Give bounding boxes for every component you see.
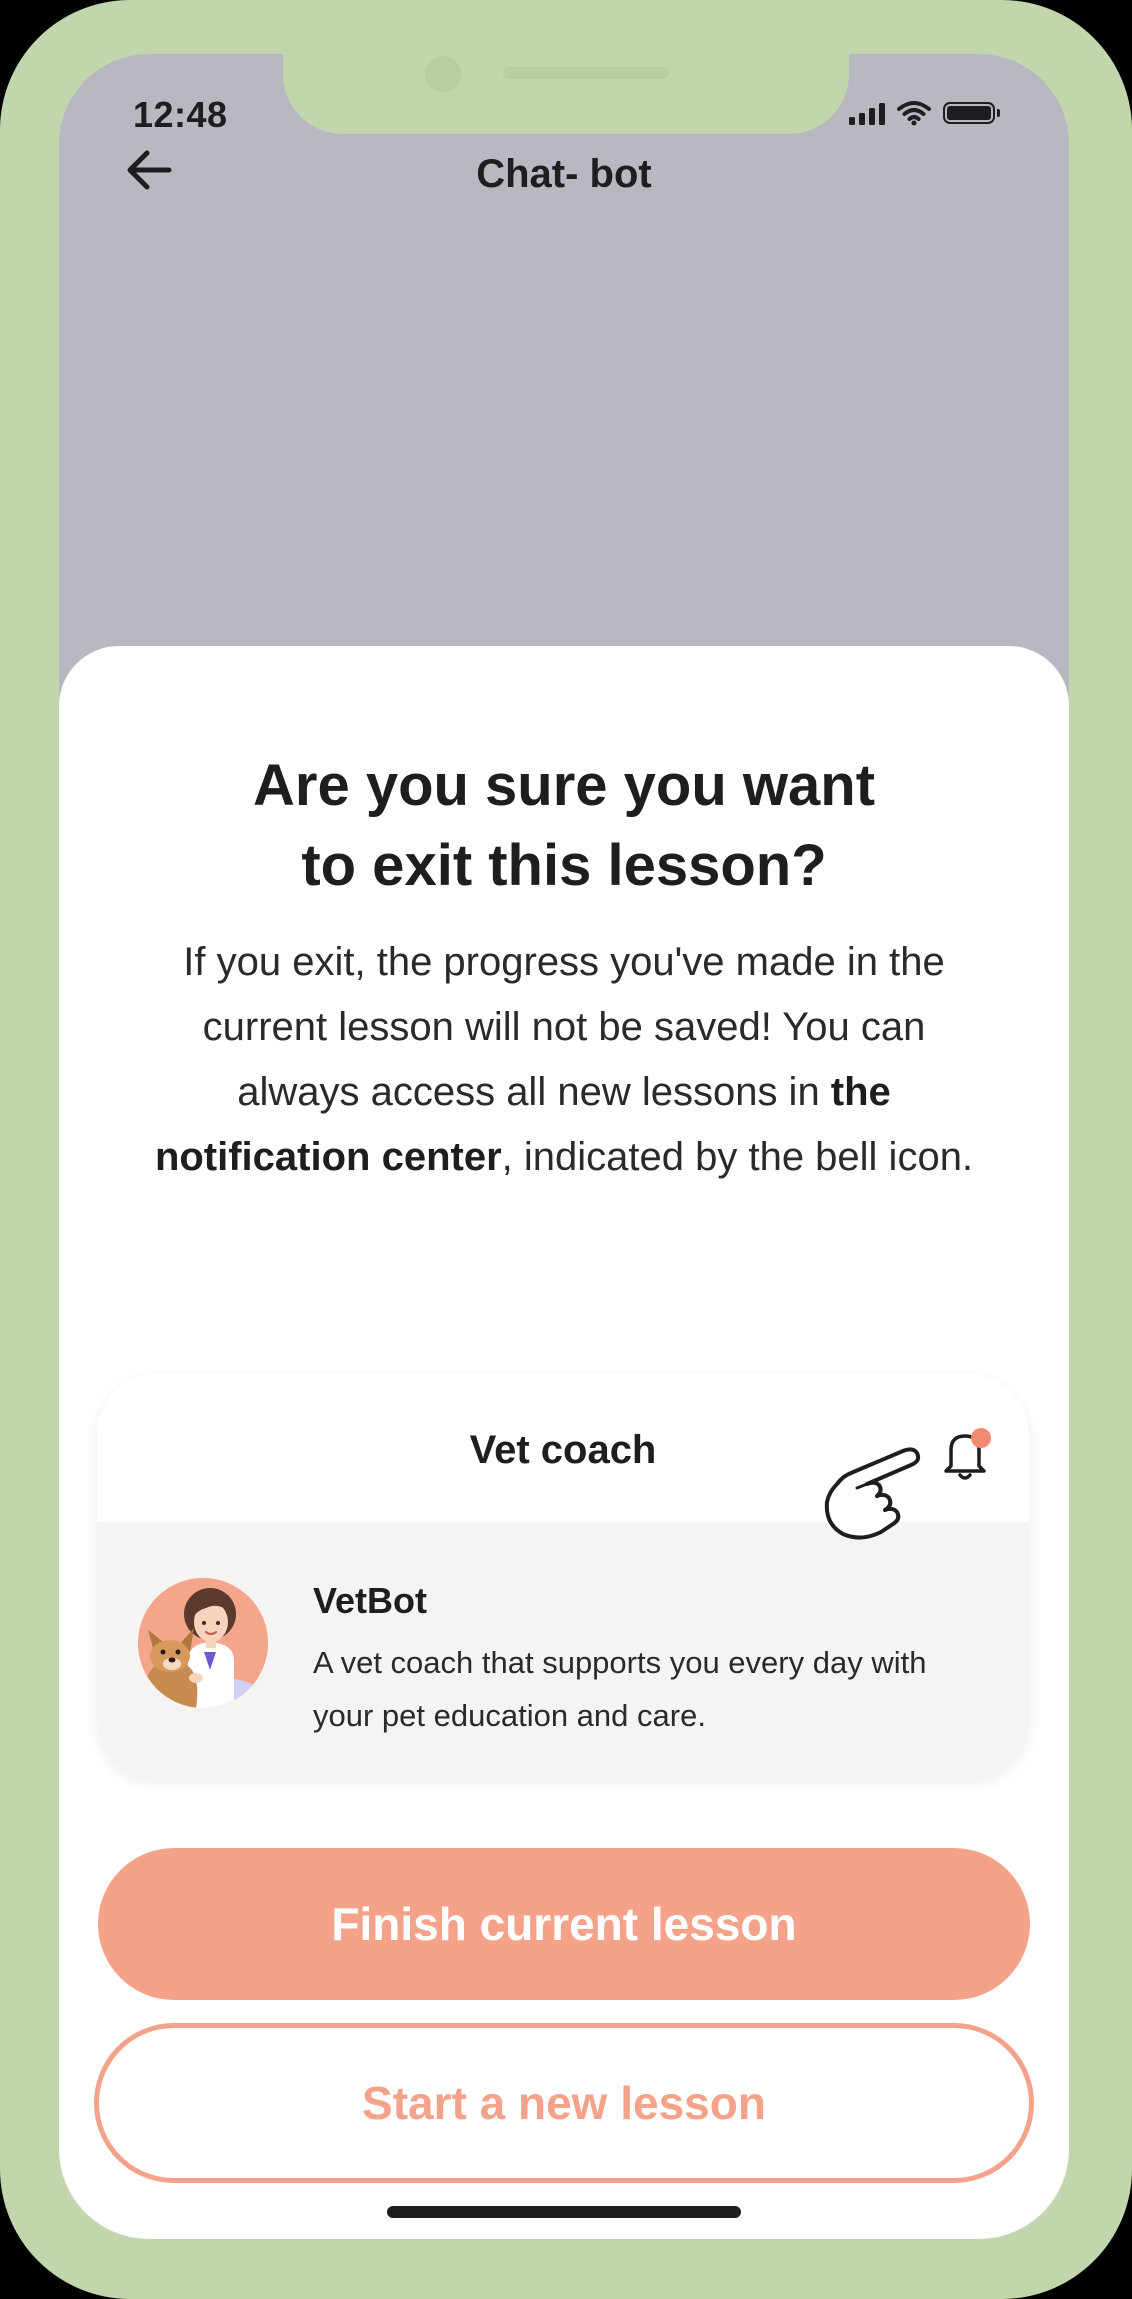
dialog-body-text-end: , indicated by the bell icon. (501, 1135, 974, 1179)
bell-icon[interactable] (937, 1424, 993, 1484)
bot-name: VetBot (313, 1580, 428, 1621)
battery-icon (943, 102, 1000, 124)
phone-frame: 12:48 Chat- bot Are you sure you want to… (0, 0, 1132, 2299)
wifi-icon (897, 101, 931, 126)
speaker (503, 67, 669, 79)
camera (425, 56, 461, 92)
vetbot-avatar (138, 1578, 268, 1708)
screen: 12:48 Chat- bot Are you sure you want to… (59, 54, 1069, 2239)
vet-illustration (138, 1578, 268, 1708)
exit-lesson-sheet: Are you sure you want to exit this lesso… (59, 646, 1069, 2239)
notification-badge (971, 1428, 991, 1448)
pointing-hand-icon (824, 1447, 921, 1540)
status-icons (849, 100, 1000, 126)
start-new-lesson-button[interactable]: Start a new lesson (94, 2023, 1034, 2183)
vet-coach-card[interactable]: Vet coach VetBot A vet coach that suppor… (97, 1374, 1029, 1780)
bot-description: A vet coach that supports you every day … (313, 1645, 927, 1733)
finish-current-lesson-button[interactable]: Finish current lesson (98, 1848, 1030, 2000)
dialog-body: If you exit, the progress you've made in… (139, 930, 989, 1190)
header-title: Chat- bot (476, 152, 652, 196)
notch (283, 54, 849, 134)
signal-icon (849, 101, 885, 125)
home-indicator[interactable] (387, 2206, 741, 2218)
dialog-title: Are you sure you want to exit this lesso… (252, 753, 876, 898)
